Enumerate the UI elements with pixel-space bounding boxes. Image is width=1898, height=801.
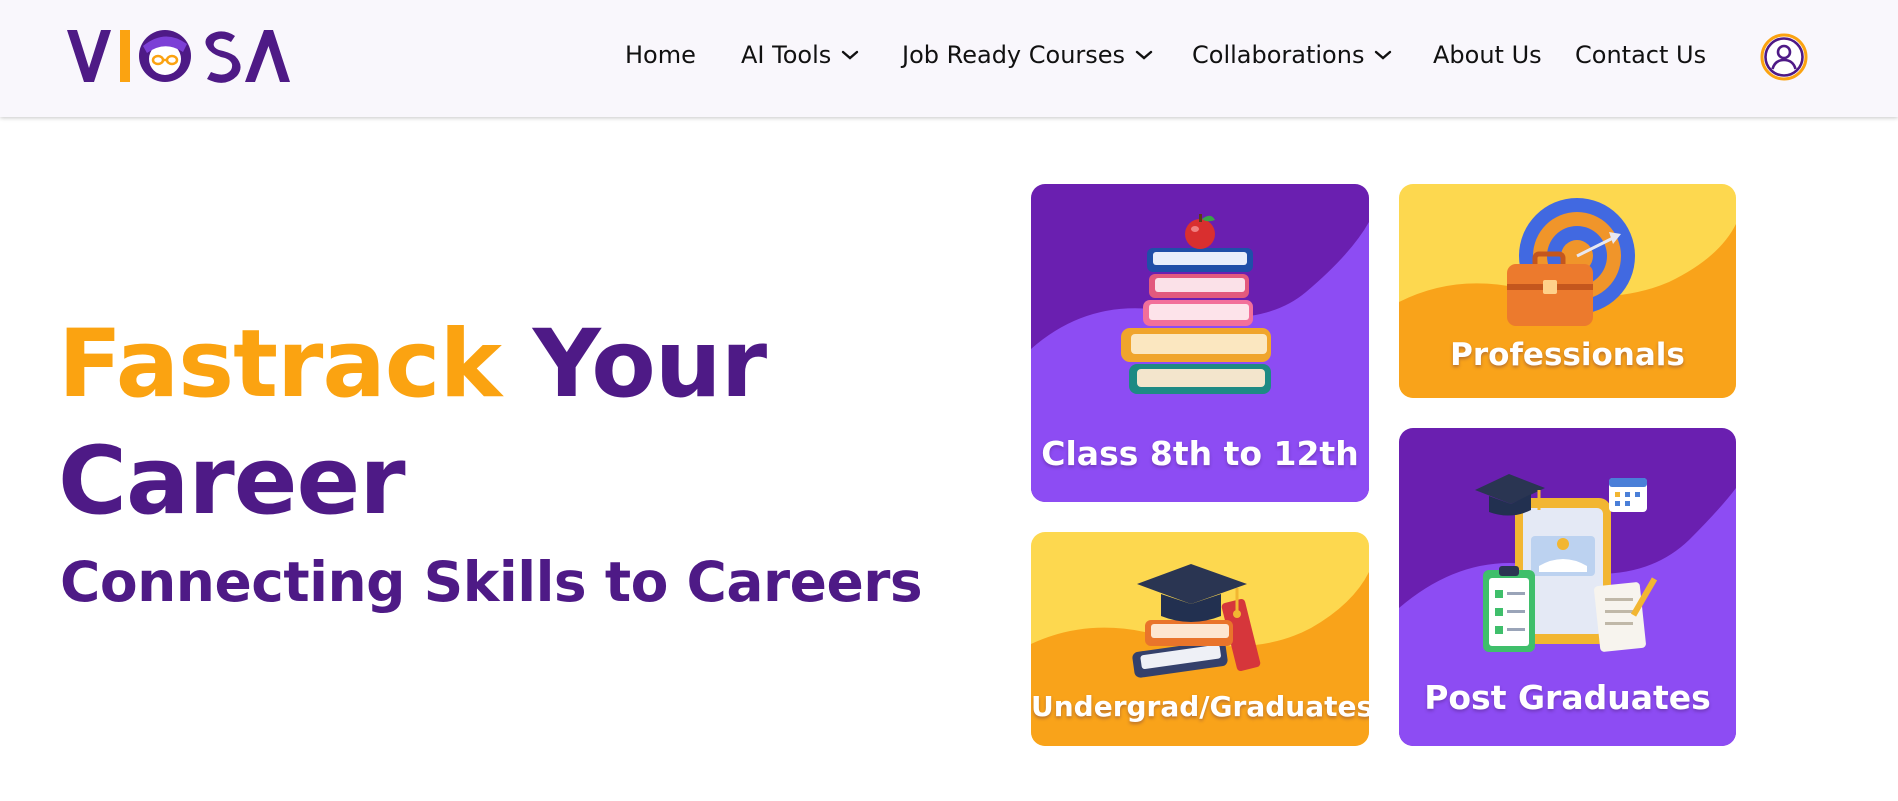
chevron-down-icon <box>1135 50 1153 60</box>
graduation-cap-books-icon <box>1132 564 1261 678</box>
card-label: Professionals <box>1450 337 1685 373</box>
nav-ai-tools-label: AI Tools <box>741 41 832 69</box>
hero-word-your: Your <box>532 310 767 419</box>
nav-ai-tools[interactable]: AI Tools <box>741 37 859 73</box>
card-class-8-to-12[interactable]: Class 8th to 12th <box>1031 184 1369 502</box>
nav-job-ready-courses[interactable]: Job Ready Courses <box>902 37 1153 73</box>
hero-subtitle: Connecting Skills to Careers <box>60 550 923 614</box>
nav-contact-us[interactable]: Contact Us <box>1575 37 1706 73</box>
card-undergrad-graduates[interactable]: Undergrad/Graduates <box>1031 532 1369 746</box>
hero-word-fastrack: Fastrack <box>58 310 502 419</box>
nav-about-us[interactable]: About Us <box>1433 37 1542 73</box>
card-label: Undergrad/Graduates <box>1031 690 1369 723</box>
nav-collaborations[interactable]: Collaborations <box>1192 37 1392 73</box>
hero-title-line-1: Fastrack Your <box>58 318 767 412</box>
viosa-logo[interactable] <box>65 26 290 86</box>
nav-collaborations-label: Collaborations <box>1192 41 1365 69</box>
online-learning-icon <box>1475 474 1658 652</box>
nav-home[interactable]: Home <box>625 37 696 73</box>
card-professionals[interactable]: Professionals <box>1399 184 1736 398</box>
books-apple-icon <box>1121 214 1271 394</box>
hero-title-line-2: Career <box>58 427 406 536</box>
nav-home-label: Home <box>625 41 696 69</box>
card-post-graduates[interactable]: Post Graduates <box>1399 428 1736 746</box>
briefcase-target-icon <box>1507 198 1635 326</box>
nav-contact-us-label: Contact Us <box>1575 41 1707 69</box>
user-circle-icon[interactable] <box>1760 33 1808 81</box>
site-header: Home AI Tools Job Ready Courses Collabor… <box>0 0 1898 117</box>
chevron-down-icon <box>1375 50 1392 60</box>
card-label: Class 8th to 12th <box>1041 434 1359 473</box>
nav-about-us-label: About Us <box>1433 41 1542 69</box>
chevron-down-icon <box>842 50 859 60</box>
nav-job-ready-courses-label: Job Ready Courses <box>902 41 1126 69</box>
card-label: Post Graduates <box>1424 678 1711 717</box>
